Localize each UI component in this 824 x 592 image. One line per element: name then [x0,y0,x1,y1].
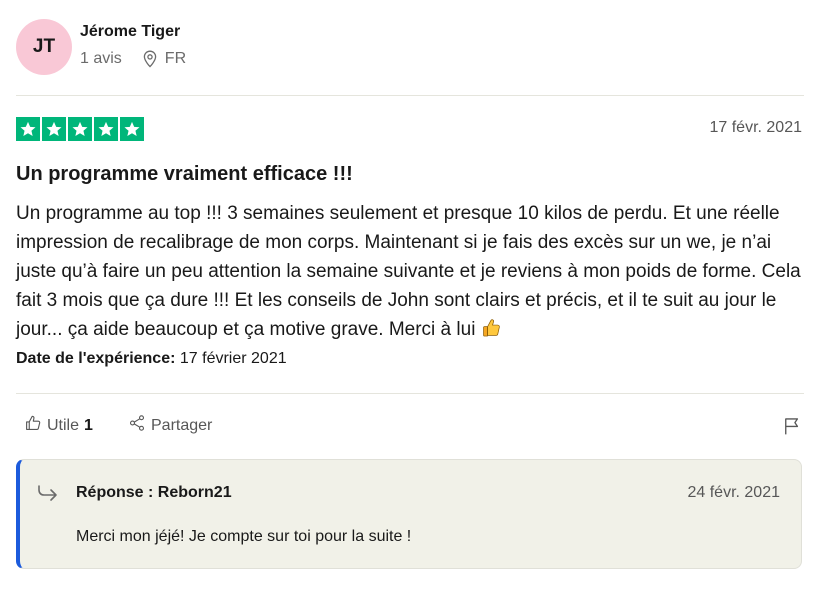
avatar-initials: JT [32,36,56,57]
star-icon [94,117,118,141]
flag-icon [782,418,802,440]
review-body: Un programme au top !!! 3 semaines seule… [16,199,812,348]
avatar[interactable]: JT [16,19,72,75]
divider [16,393,804,394]
thumbs-up-emoji-icon [481,317,503,348]
experience-label: Date de l'expérience: [16,350,176,367]
share-button[interactable]: Partager [128,414,212,437]
reply-label: Réponse : Reborn21 [76,484,232,501]
reply-date: 24 févr. 2021 [687,484,780,501]
experience-value: 17 février 2021 [179,350,287,367]
divider [16,95,804,96]
reply-arrow-icon [36,482,60,507]
thumbs-up-icon [24,414,47,437]
star-icon [120,117,144,141]
useful-label: Utile [47,416,80,434]
reply-text: Merci mon jéjé! Je compte sur toi pour l… [76,528,412,545]
share-icon [128,414,151,437]
star-icon [16,117,40,141]
star-icon [68,117,92,141]
reviewer-country: FR [164,50,187,67]
star-rating [16,117,144,141]
reviews-count: 1 avis [80,50,122,67]
location-pin-icon [142,50,158,68]
star-icon [42,117,66,141]
experience-date: Date de l'expérience: 17 février 2021 [16,350,287,368]
review-card: JT Jérome Tiger 1 avis FR 17 févr. 2021 … [0,0,824,592]
reviewer-meta: 1 avis FR [80,50,186,68]
review-title[interactable]: Un programme vraiment efficace !!! [16,163,353,186]
useful-button[interactable]: Utile 1 [24,414,93,437]
flag-button[interactable] [782,416,802,441]
review-body-text: Un programme au top !!! 3 semaines seule… [16,203,801,340]
reviewer-name[interactable]: Jérome Tiger [80,23,180,41]
review-date: 17 févr. 2021 [709,119,802,136]
useful-count: 1 [84,416,93,434]
company-reply: Réponse : Reborn21 24 févr. 2021 Merci m… [16,459,802,569]
share-label: Partager [151,416,213,434]
